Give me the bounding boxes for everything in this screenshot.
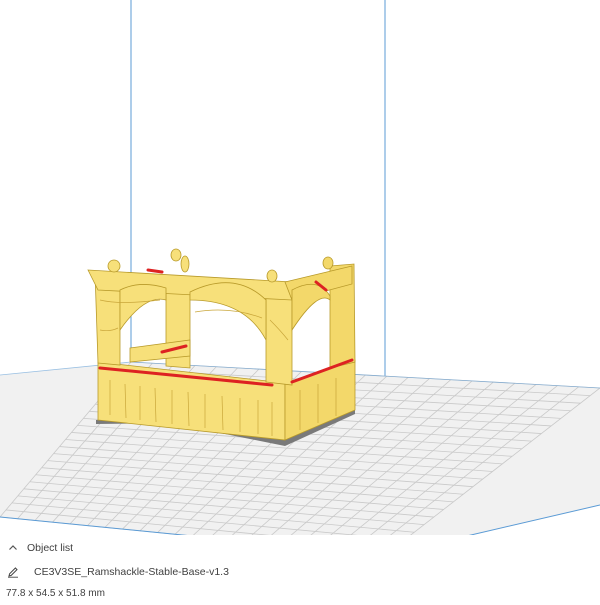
object-list-label: Object list	[27, 542, 74, 554]
3d-viewport[interactable]	[0, 0, 600, 535]
object-dimensions-row: 77.8 x 54.5 x 51.8 mm	[6, 585, 105, 601]
object-panel: Object list CE3V3SE_Ramshackle-Stable-Ba…	[0, 535, 600, 605]
object-name-row: CE3V3SE_Ramshackle-Stable-Base-v1.3	[6, 562, 229, 582]
scene	[0, 0, 600, 535]
chevron-up-icon[interactable]	[6, 541, 20, 555]
model-cap-4	[266, 269, 278, 283]
stable-model[interactable]	[87, 248, 356, 446]
model-cap-5	[322, 256, 334, 270]
object-name[interactable]: CE3V3SE_Ramshackle-Stable-Base-v1.3	[34, 566, 229, 578]
model-cap-2	[170, 248, 182, 262]
model-arch-left	[119, 284, 167, 332]
object-list-toggle[interactable]: Object list	[6, 539, 73, 557]
model-cap-3	[180, 255, 190, 273]
object-dimensions: 77.8 x 54.5 x 51.8 mm	[6, 587, 105, 599]
model-arch-side	[291, 283, 331, 332]
pencil-icon[interactable]	[6, 565, 20, 579]
model-cap-1	[107, 259, 121, 273]
